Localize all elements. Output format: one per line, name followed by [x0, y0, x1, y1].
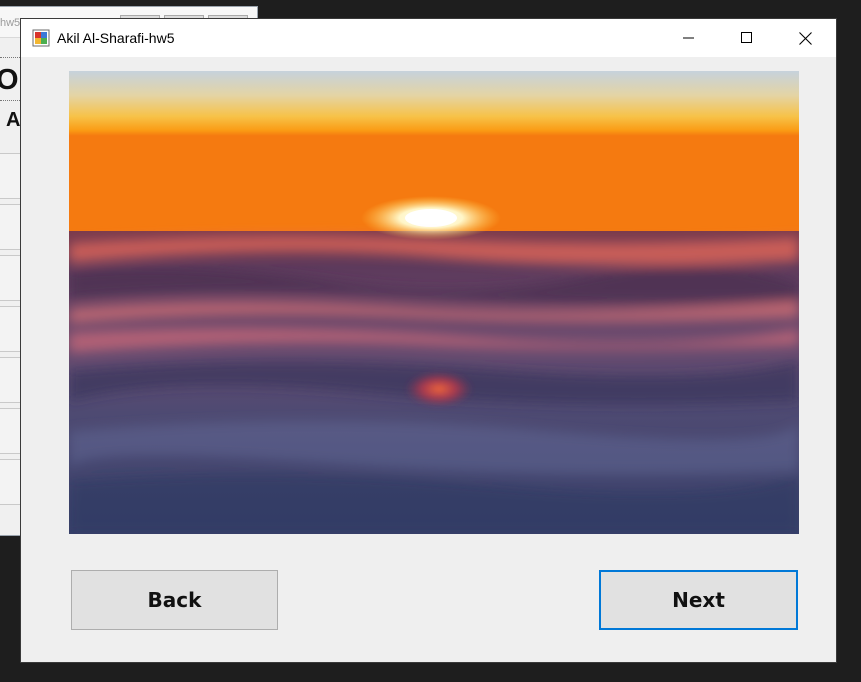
- back-button[interactable]: Back: [71, 570, 278, 630]
- maximize-icon: [741, 32, 752, 43]
- minimize-button[interactable]: [666, 19, 712, 57]
- background-divider: [0, 100, 22, 101]
- background-subheading: A: [6, 109, 21, 131]
- main-window: Akil Al-Sharafi-hw5 Back Next: [21, 19, 836, 662]
- title-bar[interactable]: Akil Al-Sharafi-hw5: [21, 19, 836, 57]
- app-icon: [32, 29, 50, 47]
- back-button-label: Back: [147, 588, 202, 612]
- close-button[interactable]: [782, 19, 828, 57]
- sunset-picture: [69, 71, 799, 534]
- background-heading: O: [0, 64, 19, 96]
- maximize-button[interactable]: [724, 19, 770, 57]
- minimize-icon: [683, 37, 694, 39]
- next-button[interactable]: Next: [599, 570, 798, 630]
- close-icon: [798, 31, 812, 45]
- background-window-title: hw5: [0, 17, 21, 29]
- next-button-label: Next: [672, 588, 725, 612]
- window-title: Akil Al-Sharafi-hw5: [57, 30, 175, 46]
- background-divider: [0, 57, 22, 58]
